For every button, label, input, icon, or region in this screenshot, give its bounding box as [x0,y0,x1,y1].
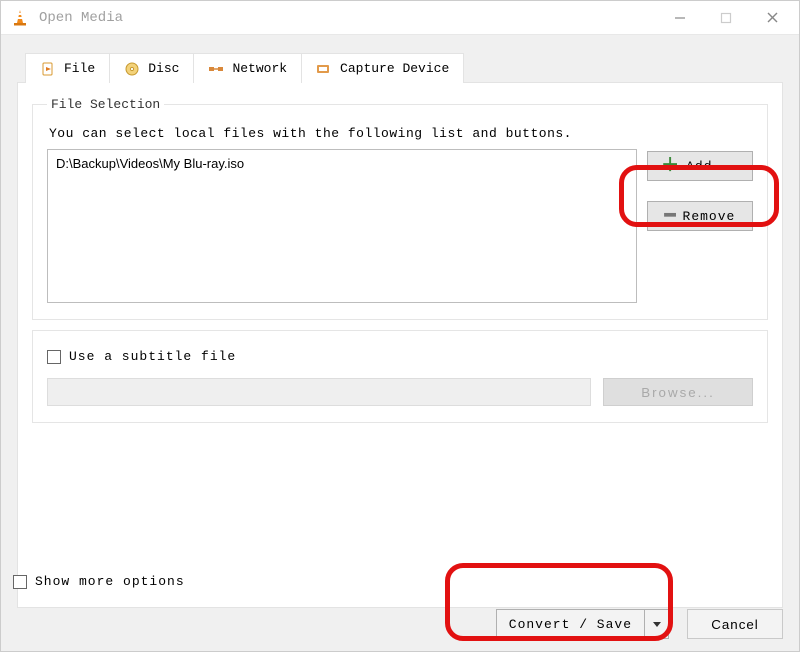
open-media-window: Open Media File [0,0,800,652]
vlc-cone-icon [11,9,29,27]
browse-button-label: Browse... [641,385,715,400]
tab-label: File [64,61,95,76]
tab-label: Disc [148,61,179,76]
action-bar: Convert / Save Cancel [496,609,783,639]
show-more-options-row: Show more options [13,574,185,589]
close-button[interactable] [749,3,795,33]
network-icon [208,61,224,77]
window-controls [657,3,795,33]
add-button-label: Add... [686,159,739,174]
chevron-down-icon [652,619,662,629]
tab-disc[interactable]: Disc [110,53,194,83]
file-icon [40,61,56,77]
remove-button[interactable]: ━ Remove [647,201,753,231]
file-selection-legend: File Selection [47,97,164,112]
capture-device-icon [316,61,332,77]
tab-label: Network [232,61,287,76]
window-title: Open Media [39,10,657,26]
disc-icon [124,61,140,77]
convert-save-dropdown[interactable] [644,610,668,638]
tab-file[interactable]: File [25,53,110,83]
file-selection-group: File Selection You can select local file… [32,97,768,320]
file-list[interactable]: D:\Backup\Videos\My Blu-ray.iso [47,149,637,303]
convert-save-button[interactable]: Convert / Save [496,609,669,639]
subtitle-path-field [47,378,591,406]
cancel-button-label: Cancel [711,617,759,632]
maximize-button[interactable] [703,3,749,33]
tab-label: Capture Device [340,61,449,76]
show-more-options-checkbox[interactable] [13,575,27,589]
subtitle-checkbox-label: Use a subtitle file [69,349,236,364]
minimize-button[interactable] [657,3,703,33]
remove-button-label: Remove [683,209,736,224]
browse-button: Browse... [603,378,753,406]
titlebar: Open Media [1,1,799,35]
tabs: File Disc N [25,53,783,83]
tab-network[interactable]: Network [194,53,302,83]
subtitle-group: Use a subtitle file Browse... [32,330,768,423]
cancel-button[interactable]: Cancel [687,609,783,639]
tab-panel-file: File Selection You can select local file… [17,82,783,608]
convert-save-label: Convert / Save [497,610,644,638]
add-button[interactable]: ＋ Add... [647,151,753,181]
plus-icon: ＋ [661,156,680,174]
show-more-options-label: Show more options [35,574,185,589]
subtitle-checkbox[interactable] [47,350,61,364]
dialog-content: File Disc N [1,35,799,651]
minus-icon: ━ [665,206,677,224]
file-list-item[interactable]: D:\Backup\Videos\My Blu-ray.iso [56,156,628,171]
file-selection-helper: You can select local files with the foll… [49,126,753,141]
tab-capture-device[interactable]: Capture Device [302,53,464,83]
